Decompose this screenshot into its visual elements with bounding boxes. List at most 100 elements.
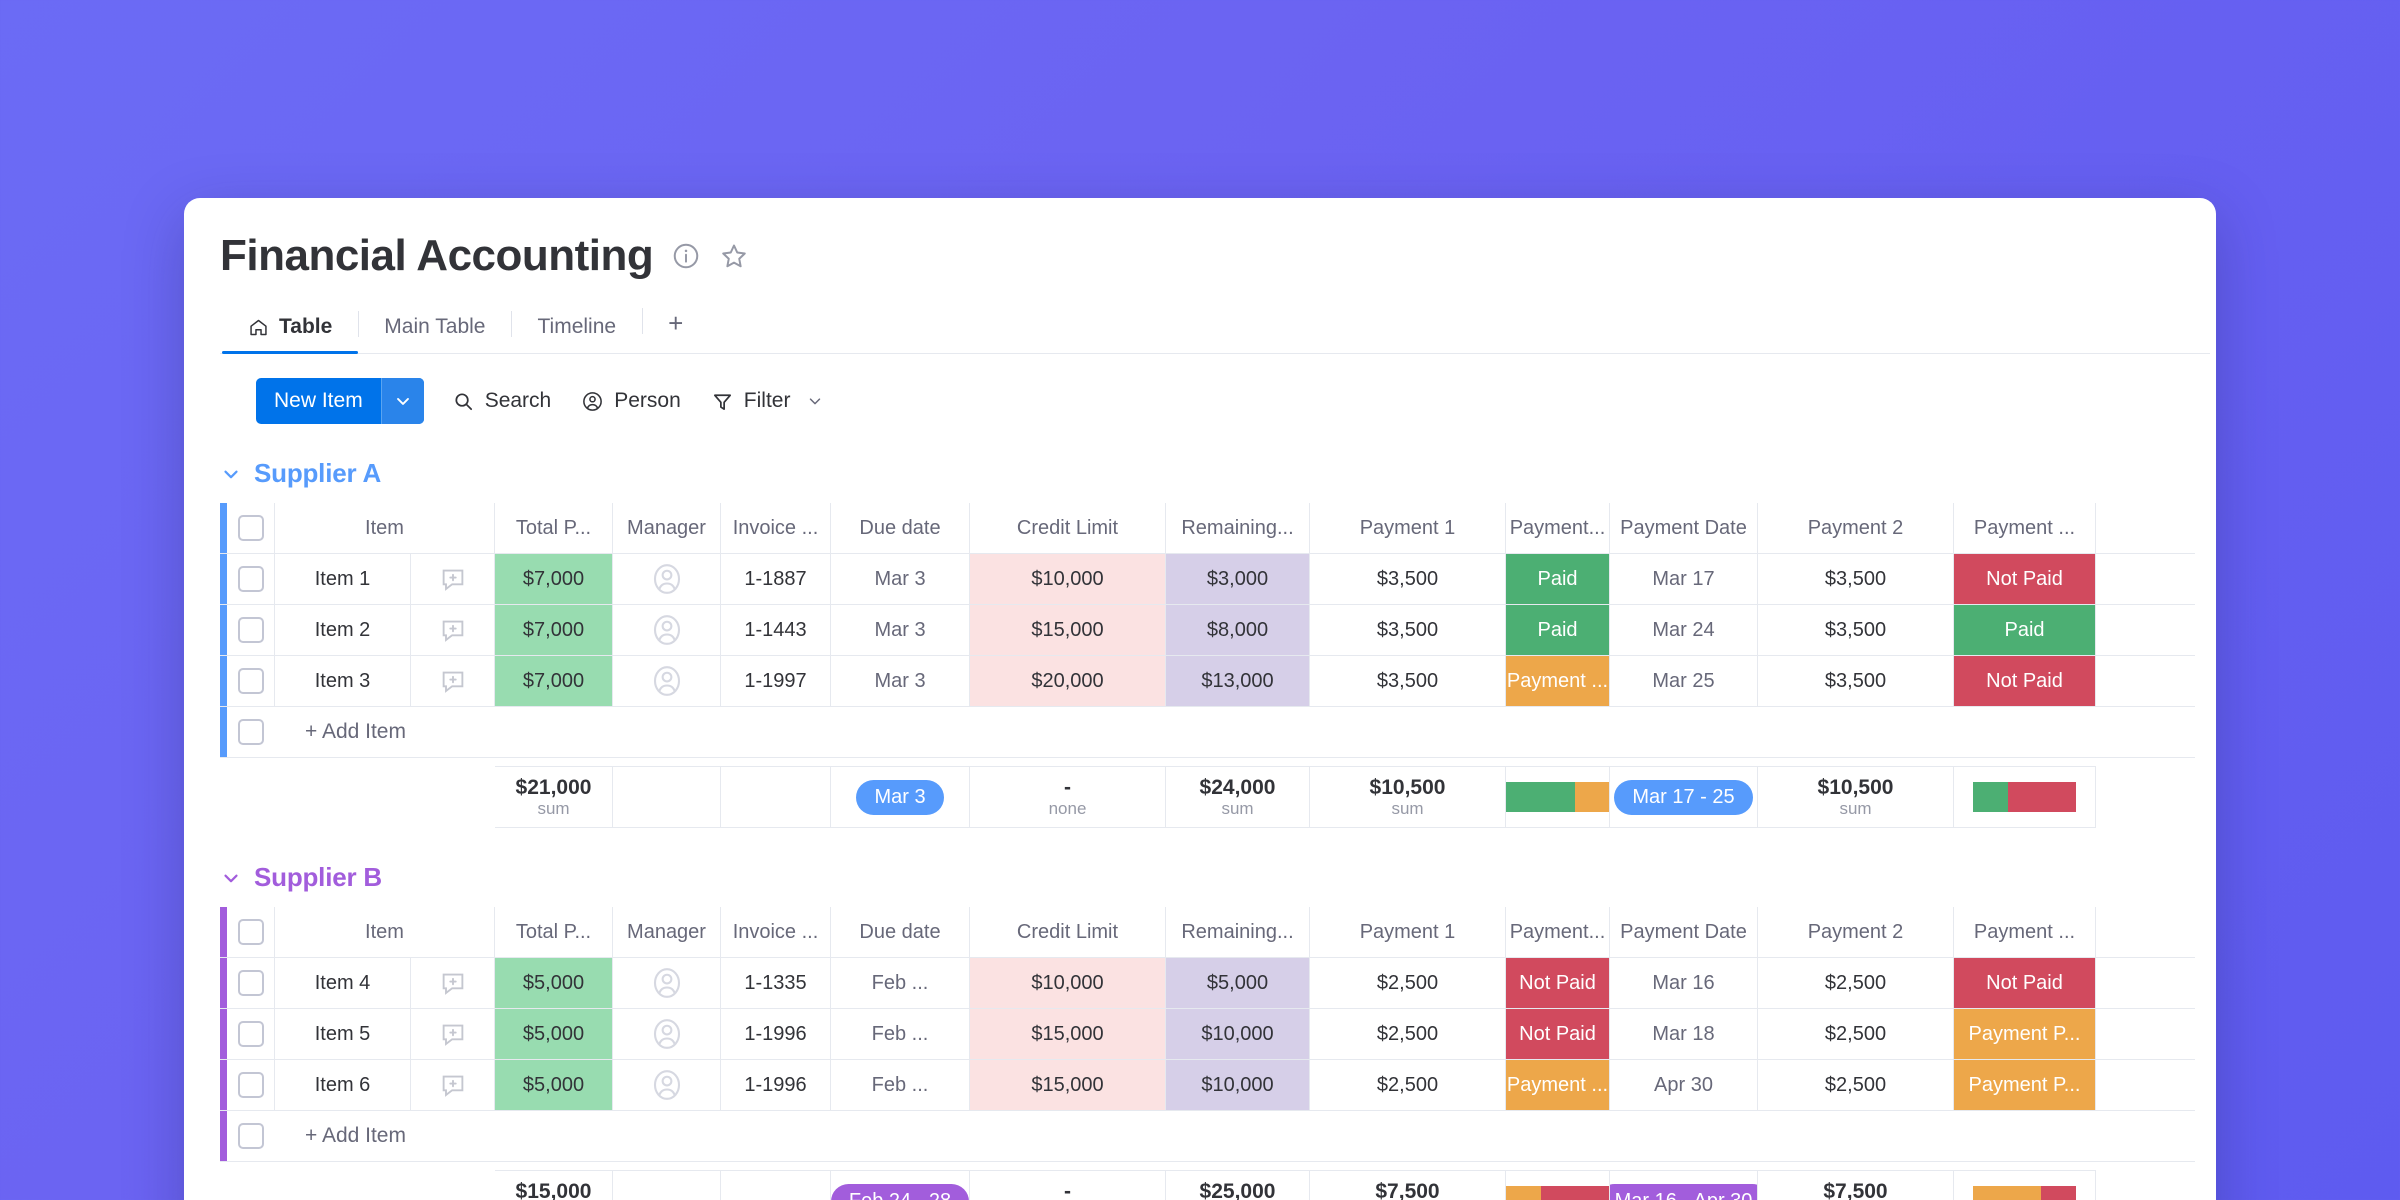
tab-table[interactable]: Table xyxy=(222,307,359,355)
cell-total-price[interactable]: $7,000 xyxy=(495,656,613,707)
cell-total-price[interactable]: $7,000 xyxy=(495,554,613,605)
cell-remaining[interactable]: $13,000 xyxy=(1166,656,1310,707)
cell-item[interactable]: Item 6 xyxy=(275,1060,411,1111)
add-item-label[interactable]: + Add Item xyxy=(275,1111,1075,1161)
cell-credit-limit[interactable]: $10,000 xyxy=(970,554,1166,605)
cell-total-price[interactable]: $5,000 xyxy=(495,958,613,1009)
cell-payment-date[interactable]: Mar 25 xyxy=(1610,656,1758,707)
cell-payment-status-2[interactable]: Payment P... xyxy=(1954,1009,2096,1060)
cell-invoice[interactable]: 1-1996 xyxy=(721,1060,831,1111)
tab-main-table[interactable]: Main Table xyxy=(358,307,511,353)
row-checkbox[interactable] xyxy=(237,566,264,593)
cell-payment-1[interactable]: $3,500 xyxy=(1310,656,1506,707)
column-header-payment-1[interactable]: Payment 1 xyxy=(1310,503,1506,554)
cell-due-date[interactable]: Mar 3 xyxy=(831,554,970,605)
cell-payment-status-1[interactable]: Payment ... xyxy=(1506,656,1610,707)
cell-payment-date[interactable]: Mar 16 xyxy=(1610,958,1758,1009)
cell-credit-limit[interactable]: $10,000 xyxy=(970,958,1166,1009)
cell-manager[interactable] xyxy=(613,1009,721,1060)
row-checkbox[interactable] xyxy=(237,970,264,997)
column-header-invoice[interactable]: Invoice ... xyxy=(721,503,831,554)
select-all-checkbox[interactable] xyxy=(237,919,264,946)
cell-due-date[interactable]: Feb ... xyxy=(831,1060,970,1111)
cell-item[interactable]: Item 4 xyxy=(275,958,411,1009)
cell-invoice[interactable]: 1-1996 xyxy=(721,1009,831,1060)
cell-item[interactable]: Item 1 xyxy=(275,554,411,605)
cell-invoice[interactable]: 1-1335 xyxy=(721,958,831,1009)
avatar[interactable] xyxy=(649,612,685,648)
cell-remaining[interactable]: $10,000 xyxy=(1166,1060,1310,1111)
column-header-payment-status-1[interactable]: Payment... xyxy=(1506,503,1610,554)
add-item-row[interactable]: + Add Item xyxy=(220,707,2195,759)
avatar[interactable] xyxy=(649,965,685,1001)
cell-total-price[interactable]: $7,000 xyxy=(495,605,613,656)
select-all-checkbox[interactable] xyxy=(237,515,264,542)
cell-payment-status-2[interactable]: Paid xyxy=(1954,605,2096,656)
column-header-credit-limit[interactable]: Credit Limit xyxy=(970,907,1166,958)
comment-add-icon[interactable] xyxy=(438,1019,468,1049)
cell-total-price[interactable]: $5,000 xyxy=(495,1060,613,1111)
cell-manager[interactable] xyxy=(613,1060,721,1111)
cell-credit-limit[interactable]: $15,000 xyxy=(970,605,1166,656)
cell-payment-2[interactable]: $2,500 xyxy=(1758,958,1954,1009)
column-header-payment-date[interactable]: Payment Date xyxy=(1610,907,1758,958)
person-filter-button[interactable]: Person xyxy=(579,385,683,417)
column-header-credit-limit[interactable]: Credit Limit xyxy=(970,503,1166,554)
column-header-due-date[interactable]: Due date xyxy=(831,503,970,554)
cell-payment-1[interactable]: $2,500 xyxy=(1310,1060,1506,1111)
cell-payment-status-2[interactable]: Not Paid xyxy=(1954,958,2096,1009)
add-view-button[interactable]: + xyxy=(642,304,709,353)
cell-payment-2[interactable]: $2,500 xyxy=(1758,1060,1954,1111)
add-item-row[interactable]: + Add Item xyxy=(220,1111,2195,1163)
cell-remaining[interactable]: $10,000 xyxy=(1166,1009,1310,1060)
column-header-manager[interactable]: Manager xyxy=(613,907,721,958)
row-checkbox[interactable] xyxy=(237,1021,264,1048)
group-header[interactable]: Supplier A xyxy=(220,458,2216,489)
column-header-total-price[interactable]: Total P... xyxy=(495,907,613,958)
cell-payment-status-1[interactable]: Not Paid xyxy=(1506,958,1610,1009)
column-header-payment-status-2[interactable]: Payment ... xyxy=(1954,503,2096,554)
info-circle-icon[interactable] xyxy=(671,241,701,271)
filter-button[interactable]: Filter xyxy=(709,385,827,417)
cell-manager[interactable] xyxy=(613,958,721,1009)
cell-payment-1[interactable]: $3,500 xyxy=(1310,605,1506,656)
tab-timeline[interactable]: Timeline xyxy=(511,307,642,353)
cell-payment-date[interactable]: Apr 30 xyxy=(1610,1060,1758,1111)
column-header-total-price[interactable]: Total P... xyxy=(495,503,613,554)
cell-payment-1[interactable]: $2,500 xyxy=(1310,958,1506,1009)
cell-remaining[interactable]: $5,000 xyxy=(1166,958,1310,1009)
cell-remaining[interactable]: $8,000 xyxy=(1166,605,1310,656)
column-header-payment-1[interactable]: Payment 1 xyxy=(1310,907,1506,958)
cell-payment-status-2[interactable]: Not Paid xyxy=(1954,656,2096,707)
comment-add-icon[interactable] xyxy=(438,968,468,998)
cell-item[interactable]: Item 3 xyxy=(275,656,411,707)
cell-payment-1[interactable]: $2,500 xyxy=(1310,1009,1506,1060)
cell-payment-status-1[interactable]: Payment ... xyxy=(1506,1060,1610,1111)
chevron-down-icon[interactable] xyxy=(806,392,824,410)
column-header-item[interactable]: Item xyxy=(275,503,495,554)
column-header-remaining[interactable]: Remaining... xyxy=(1166,907,1310,958)
search-button[interactable]: Search xyxy=(450,385,554,417)
cell-payment-1[interactable]: $3,500 xyxy=(1310,554,1506,605)
cell-payment-status-1[interactable]: Paid xyxy=(1506,554,1610,605)
new-item-button[interactable]: New Item xyxy=(256,378,424,425)
row-checkbox[interactable] xyxy=(238,1123,264,1150)
column-header-payment-date[interactable]: Payment Date xyxy=(1610,503,1758,554)
chevron-down-icon[interactable] xyxy=(220,867,242,889)
cell-credit-limit[interactable]: $15,000 xyxy=(970,1060,1166,1111)
cell-payment-status-2[interactable]: Payment P... xyxy=(1954,1060,2096,1111)
cell-credit-limit[interactable]: $15,000 xyxy=(970,1009,1166,1060)
cell-invoice[interactable]: 1-1997 xyxy=(721,656,831,707)
column-header-payment-2[interactable]: Payment 2 xyxy=(1758,503,1954,554)
column-header-due-date[interactable]: Due date xyxy=(831,907,970,958)
comment-add-icon[interactable] xyxy=(438,564,468,594)
cell-due-date[interactable]: Feb ... xyxy=(831,958,970,1009)
avatar[interactable] xyxy=(649,1016,685,1052)
column-header-payment-2[interactable]: Payment 2 xyxy=(1758,907,1954,958)
comment-add-icon[interactable] xyxy=(438,615,468,645)
row-checkbox[interactable] xyxy=(237,1072,264,1099)
column-header-manager[interactable]: Manager xyxy=(613,503,721,554)
column-header-payment-status-1[interactable]: Payment... xyxy=(1506,907,1610,958)
cell-payment-2[interactable]: $3,500 xyxy=(1758,656,1954,707)
row-checkbox[interactable] xyxy=(237,617,264,644)
